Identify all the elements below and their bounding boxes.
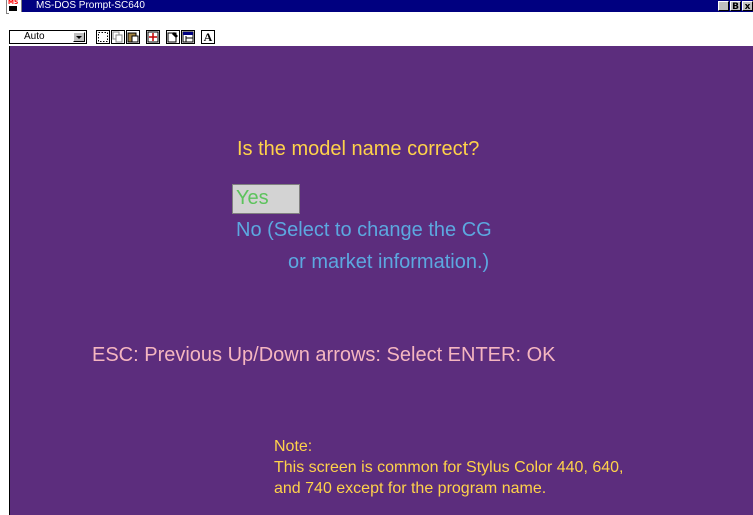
close-button[interactable]: x <box>742 1 753 12</box>
no-option-continued[interactable]: or market information.) <box>288 251 489 274</box>
title-bar[interactable]: MS MS-DOS Prompt-SC640 _ B x <box>6 0 753 14</box>
background-icon[interactable] <box>181 30 195 44</box>
note-line: This screen is common for Stylus Color 4… <box>274 459 624 476</box>
no-option[interactable]: No (Select to change the CG <box>236 219 492 242</box>
chevron-down-icon[interactable] <box>73 32 85 42</box>
toolbar: Auto A <box>9 12 753 46</box>
yes-option[interactable]: Yes <box>236 187 269 210</box>
question-text: Is the model name correct? <box>237 138 480 160</box>
font-icon[interactable]: A <box>201 30 215 44</box>
caption-buttons: _ B x <box>717 0 753 12</box>
minimize-button[interactable]: _ <box>718 1 729 12</box>
maximize-button[interactable]: B <box>730 1 741 12</box>
console-screen[interactable]: Is the model name correct? Yes No (Selec… <box>10 46 753 515</box>
window-left-border <box>0 10 10 515</box>
font-size-value: Auto <box>24 31 45 42</box>
window-title: MS-DOS Prompt-SC640 <box>36 0 145 11</box>
ms-dos-window: MS MS-DOS Prompt-SC640 _ B x Auto A Is t… <box>0 0 753 515</box>
note-heading: Note: <box>274 438 313 455</box>
copy-icon[interactable] <box>111 30 125 44</box>
full-screen-icon[interactable] <box>146 30 160 44</box>
properties-icon[interactable] <box>166 30 180 44</box>
paste-icon[interactable] <box>126 30 140 44</box>
note-line: and 740 except for the program name. <box>274 480 547 497</box>
mark-icon[interactable] <box>96 30 110 44</box>
font-size-select[interactable]: Auto <box>9 30 87 44</box>
key-help-text: ESC: Previous Up/Down arrows: Select ENT… <box>92 344 556 366</box>
